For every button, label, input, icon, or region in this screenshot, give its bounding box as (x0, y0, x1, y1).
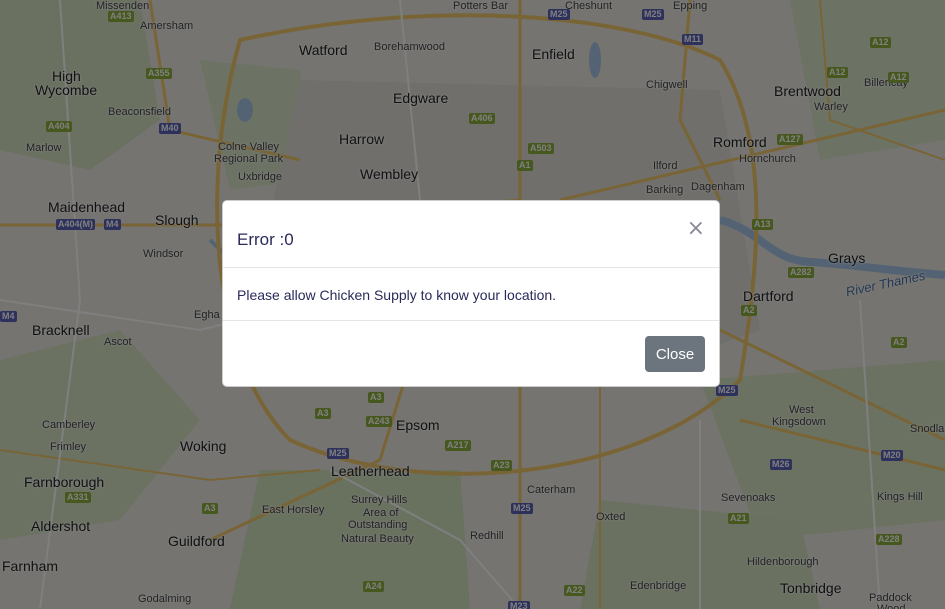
error-dialog: Error :0 × Please allow Chicken Supply t… (222, 200, 720, 387)
dialog-header: Error :0 × (223, 201, 719, 268)
dialog-footer: Close (223, 321, 719, 387)
dialog-message: Please allow Chicken Supply to know your… (237, 287, 557, 303)
dialog-title: Error :0 (237, 230, 294, 249)
close-icon[interactable]: × (687, 218, 705, 240)
dialog-body: Please allow Chicken Supply to know your… (223, 268, 719, 321)
close-button[interactable]: Close (645, 336, 705, 372)
